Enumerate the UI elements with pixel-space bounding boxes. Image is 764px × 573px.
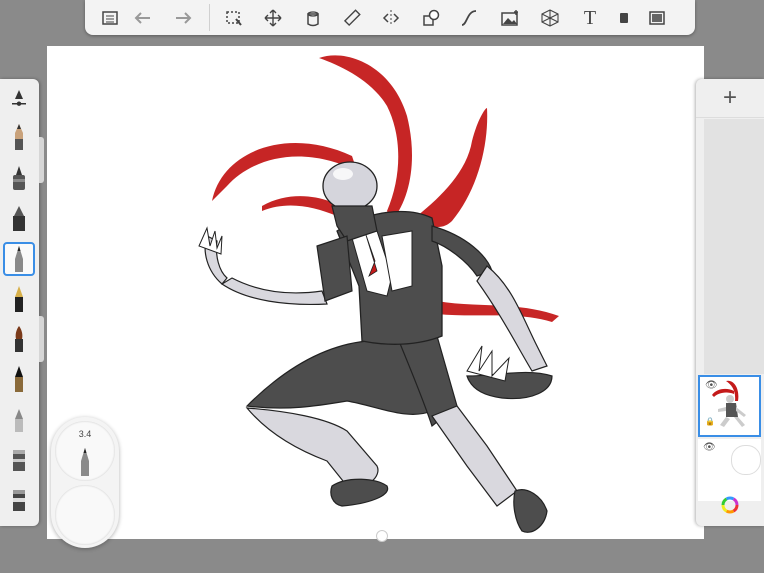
- color-wheel-icon: [721, 496, 739, 513]
- marker-icon[interactable]: [612, 6, 636, 30]
- ballpoint-brush-icon: [81, 448, 89, 476]
- text-icon[interactable]: T: [578, 6, 602, 30]
- hard-eraser-icon[interactable]: [4, 443, 34, 475]
- fountain-pen-icon[interactable]: [4, 283, 34, 315]
- smudge-icon[interactable]: [4, 483, 34, 515]
- shapes-icon[interactable]: [419, 6, 443, 30]
- redo-icon[interactable]: [171, 6, 195, 30]
- toolbar-divider: [209, 4, 210, 31]
- undo-icon[interactable]: [131, 6, 155, 30]
- color-puck[interactable]: [55, 485, 115, 545]
- lock-icon[interactable]: 🔒: [705, 417, 715, 426]
- brush-puck[interactable]: 3.4: [51, 417, 119, 548]
- bucket-icon[interactable]: [301, 6, 325, 30]
- pencil-brush-icon[interactable]: [4, 121, 34, 153]
- felt-pen-icon[interactable]: [4, 363, 34, 395]
- image-icon[interactable]: [498, 6, 522, 30]
- panel-handle[interactable]: [39, 316, 44, 362]
- curve-icon[interactable]: [457, 6, 481, 30]
- marker-brush-icon[interactable]: [4, 202, 34, 234]
- ruler-icon[interactable]: [340, 6, 364, 30]
- fullscreen-icon[interactable]: [645, 6, 669, 30]
- brush-palette: [0, 79, 39, 526]
- main-toolbar: T: [85, 0, 695, 35]
- brush-size-value: 3.4: [78, 429, 92, 439]
- drawing-canvas[interactable]: [47, 46, 704, 539]
- eye-icon[interactable]: 👁: [703, 442, 716, 453]
- layers-panel: + 👁 🔒 👁: [696, 79, 764, 526]
- ballpoint-brush-icon[interactable]: [3, 242, 35, 276]
- layer-thumbnail-artwork[interactable]: 👁 🔒: [698, 375, 761, 437]
- add-layer-button[interactable]: +: [696, 79, 764, 118]
- layers-list: [704, 119, 764, 374]
- canvas-handle[interactable]: [376, 530, 388, 542]
- paintbrush-icon[interactable]: [4, 323, 34, 355]
- selection-icon[interactable]: [222, 6, 246, 30]
- perspective-icon[interactable]: [538, 6, 562, 30]
- background-color-swatch[interactable]: [731, 445, 761, 475]
- color-editor-button[interactable]: [696, 483, 764, 526]
- list-icon[interactable]: [98, 6, 122, 30]
- brush-size-puck[interactable]: 3.4: [55, 421, 115, 481]
- airbrush-icon[interactable]: [4, 161, 34, 193]
- soft-eraser-icon[interactable]: [4, 403, 34, 435]
- symmetry-icon[interactable]: [379, 6, 403, 30]
- brush-settings-icon[interactable]: [4, 83, 34, 115]
- panel-handle[interactable]: [39, 137, 44, 183]
- move-icon[interactable]: [261, 6, 285, 30]
- artwork: [198, 55, 559, 533]
